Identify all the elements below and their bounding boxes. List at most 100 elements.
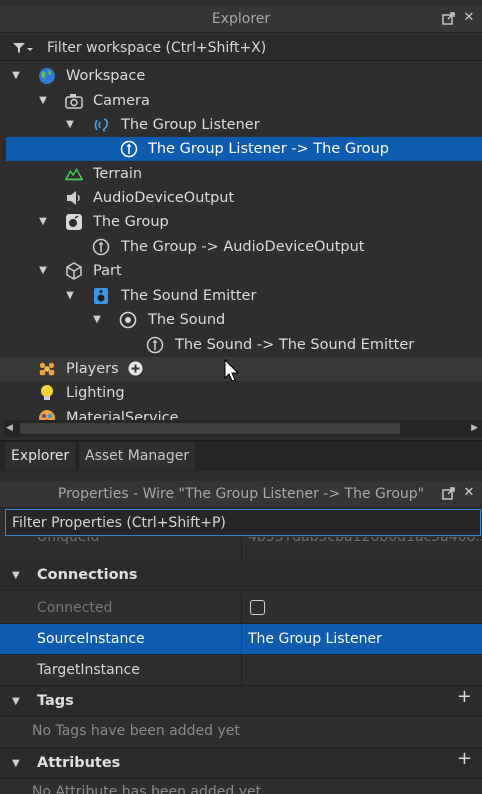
tree-row-terrain[interactable]: Terrain xyxy=(0,162,482,186)
players-icon xyxy=(38,360,56,378)
collapse-arrow-icon[interactable]: ▼ xyxy=(12,696,20,707)
explorer-header-buttons: ✕ xyxy=(442,11,476,25)
tree-row-camera[interactable]: ▼ Camera xyxy=(0,89,482,113)
tree-label: MaterialService xyxy=(66,410,179,420)
expand-arrow-icon[interactable]: ▼ xyxy=(64,290,76,302)
tree-row-wire-group-listener-selected[interactable]: The Group Listener -> The Group xyxy=(6,137,482,161)
audio-group-icon xyxy=(65,213,83,231)
column-divider xyxy=(241,593,242,623)
tree-row-the-group[interactable]: ▼ The Group xyxy=(0,210,482,234)
tree-row-audio-device-output[interactable]: AudioDeviceOutput xyxy=(0,186,482,210)
properties-title-bar: Properties - Wire "The Group Listener ->… xyxy=(0,481,482,508)
property-row-source-instance-selected[interactable]: SourceInstance The Group Listener xyxy=(0,624,482,655)
tree-row-workspace[interactable]: ▼ Workspace xyxy=(0,64,482,88)
tree-row-group-listener[interactable]: ▼ The Group Listener xyxy=(0,113,482,137)
close-icon[interactable]: ✕ xyxy=(462,486,476,500)
terrain-icon xyxy=(65,165,83,183)
column-divider xyxy=(241,655,242,685)
properties-filter-placeholder: Filter Properties (Ctrl+Shift+P) xyxy=(12,514,226,531)
tree-label: The Group xyxy=(93,214,169,230)
wire-icon xyxy=(146,336,164,354)
tab-label: Asset Manager xyxy=(85,448,190,464)
lighting-bulb-icon xyxy=(38,384,56,402)
property-value[interactable]: The Group Listener xyxy=(248,631,382,647)
scroll-left-arrow-icon[interactable]: ◀ xyxy=(6,423,13,433)
column-divider xyxy=(241,537,242,560)
explorer-title: Explorer xyxy=(211,11,271,27)
filter-funnel-icon[interactable] xyxy=(12,41,34,59)
tree-row-wire-group-output[interactable]: The Group -> AudioDeviceOutput xyxy=(0,235,482,259)
expand-arrow-icon[interactable]: ▼ xyxy=(37,216,49,228)
audio-listener-icon xyxy=(92,116,110,134)
material-service-icon xyxy=(38,409,56,420)
tree-label: Workspace xyxy=(66,68,146,84)
explorer-tree: ▼ Workspace ▼ Camera ▼ The Group Listene… xyxy=(0,63,482,420)
scrollbar-thumb[interactable] xyxy=(20,423,400,434)
tree-row-wire-sound-emitter[interactable]: The Sound -> The Sound Emitter xyxy=(0,333,482,357)
section-connections[interactable]: ▼ Connections xyxy=(0,560,482,591)
tree-row-lighting[interactable]: Lighting xyxy=(0,381,482,405)
expand-arrow-icon[interactable]: ▼ xyxy=(37,95,49,107)
property-row-connected[interactable]: Connected xyxy=(0,593,482,624)
expand-arrow-icon[interactable]: ▼ xyxy=(91,314,103,326)
column-divider xyxy=(241,624,242,654)
undock-icon[interactable] xyxy=(442,486,456,500)
property-row-unique-id[interactable]: UniqueId 4b55Tdab5cba126b0d1ac5a408... xyxy=(0,537,482,561)
attributes-empty-row: No Attribute has been added yet xyxy=(0,779,482,794)
tree-row-players[interactable]: Players xyxy=(0,357,482,382)
property-name: UniqueId xyxy=(37,537,100,545)
tree-row-material-service[interactable]: MaterialService xyxy=(0,406,482,420)
expand-arrow-icon[interactable]: ▼ xyxy=(10,70,22,82)
explorer-horizontal-scrollbar[interactable]: ◀ ▶ xyxy=(4,420,482,437)
tree-row-the-sound[interactable]: ▼ The Sound xyxy=(0,308,482,332)
part-cube-icon xyxy=(65,262,83,280)
tree-label: The Group -> AudioDeviceOutput xyxy=(121,239,365,255)
explorer-filter-input[interactable]: Filter workspace (Ctrl+Shift+X) xyxy=(47,40,266,56)
tags-empty-text: No Tags have been added yet xyxy=(32,723,240,739)
connected-checkbox[interactable] xyxy=(250,600,265,615)
tree-label: The Sound -> The Sound Emitter xyxy=(175,337,415,353)
add-child-plus-icon[interactable] xyxy=(128,361,143,380)
tab-explorer[interactable]: Explorer xyxy=(5,442,76,470)
wire-icon xyxy=(92,238,110,256)
explorer-filter-bar[interactable]: Filter workspace (Ctrl+Shift+X) xyxy=(0,36,482,61)
properties-filter-input[interactable]: Filter Properties (Ctrl+Shift+P) xyxy=(5,509,481,536)
explorer-title-bar: Explorer ✕ xyxy=(0,6,482,33)
tree-label: AudioDeviceOutput xyxy=(93,190,235,206)
property-row-target-instance[interactable]: TargetInstance xyxy=(0,655,482,686)
tree-label: Part xyxy=(93,263,122,279)
tree-label: The Sound Emitter xyxy=(121,288,257,304)
properties-header-buttons: ✕ xyxy=(442,486,476,500)
tags-empty-row: No Tags have been added yet xyxy=(0,717,482,748)
section-tags[interactable]: ▼ Tags + xyxy=(0,686,482,717)
scroll-right-arrow-icon[interactable]: ▶ xyxy=(471,423,478,433)
explorer-tab-bar: Explorer Asset Manager xyxy=(0,440,482,471)
sound-icon xyxy=(119,311,137,329)
collapse-arrow-icon[interactable]: ▼ xyxy=(12,758,20,769)
sound-emitter-icon xyxy=(92,287,110,305)
properties-title: Properties - Wire "The Group Listener ->… xyxy=(57,486,425,502)
add-attribute-plus-icon[interactable]: + xyxy=(457,748,472,769)
expand-arrow-icon[interactable]: ▼ xyxy=(37,265,49,277)
tab-label: Explorer xyxy=(11,448,70,464)
tree-label: The Group Listener -> The Group xyxy=(148,141,389,157)
collapse-arrow-icon[interactable]: ▼ xyxy=(12,570,20,581)
undock-icon[interactable] xyxy=(442,11,456,25)
expand-arrow-icon[interactable]: ▼ xyxy=(64,119,76,131)
tree-label: The Group Listener xyxy=(121,117,260,133)
add-tag-plus-icon[interactable]: + xyxy=(457,686,472,707)
tree-row-sound-emitter[interactable]: ▼ The Sound Emitter xyxy=(0,284,482,308)
section-title: Tags xyxy=(37,693,74,709)
property-name: TargetInstance xyxy=(37,662,140,678)
section-title: Connections xyxy=(37,567,138,583)
tab-asset-manager[interactable]: Asset Manager xyxy=(78,442,196,470)
tree-label: The Sound xyxy=(148,312,226,328)
tree-label: Lighting xyxy=(66,385,125,401)
tree-label: Terrain xyxy=(93,166,143,182)
close-icon[interactable]: ✕ xyxy=(462,11,476,25)
property-name: Connected xyxy=(37,600,113,616)
speaker-icon xyxy=(65,189,83,207)
tree-row-part[interactable]: ▼ Part xyxy=(0,259,482,283)
section-attributes[interactable]: ▼ Attributes + xyxy=(0,748,482,779)
workspace-globe-icon xyxy=(38,67,56,85)
